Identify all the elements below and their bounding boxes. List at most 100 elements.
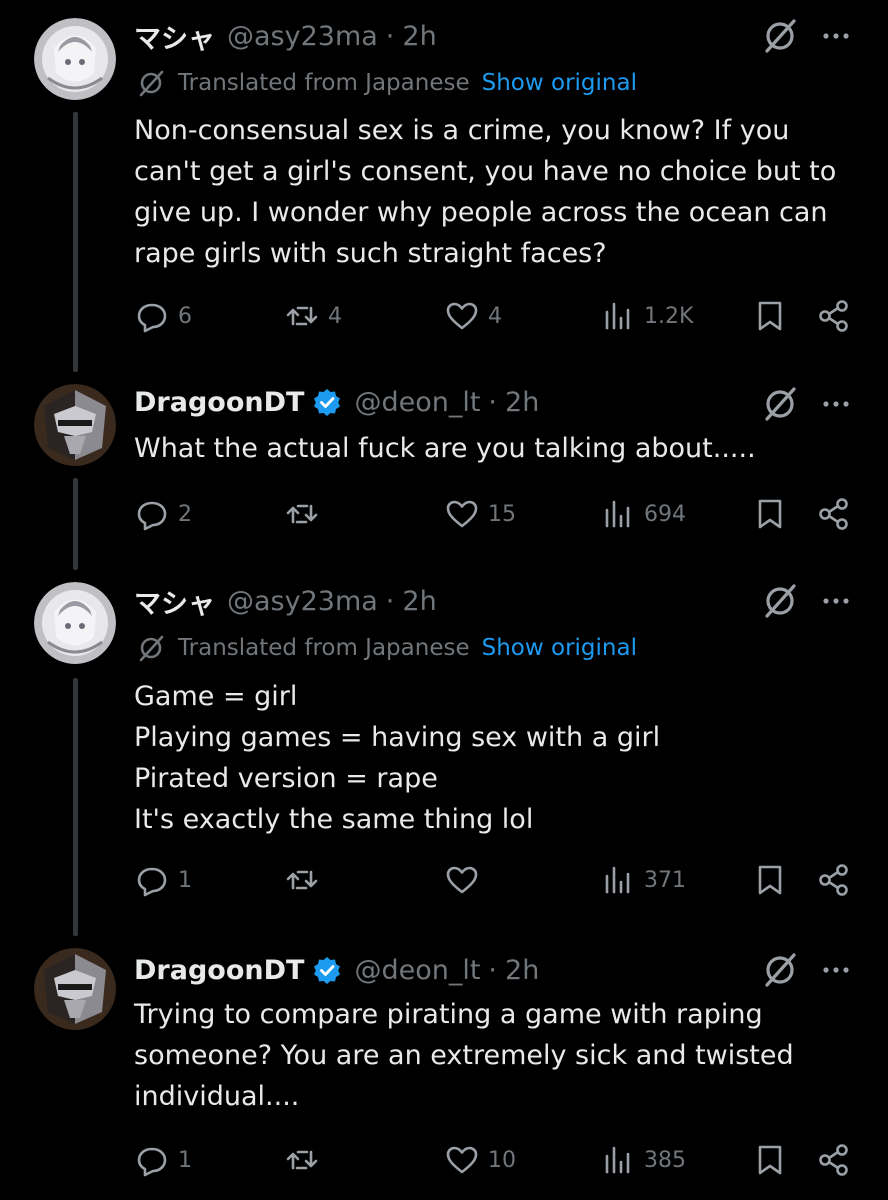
timestamp[interactable]: 2h	[505, 387, 539, 418]
tweet-header: DragoonDT @deon_lt · 2h	[134, 382, 539, 422]
tweet-text: What the actual fuck are you talking abo…	[134, 433, 756, 464]
views-button[interactable]: 694	[600, 496, 686, 532]
author-handle[interactable]: @asy23ma	[227, 21, 378, 52]
more-options-icon[interactable]	[818, 952, 854, 988]
reply-icon	[137, 1147, 167, 1177]
share-icon	[819, 864, 848, 896]
author-handle[interactable]: @deon_lt	[354, 955, 480, 986]
like-button[interactable]	[444, 862, 488, 898]
share-icon	[819, 1144, 848, 1176]
share-icon	[819, 498, 848, 530]
avatar[interactable]	[34, 948, 116, 1030]
show-original-link[interactable]: Show original	[482, 635, 637, 661]
reply-button[interactable]: 1	[134, 862, 192, 898]
timestamp[interactable]: 2h	[505, 955, 539, 986]
verified-badge-icon	[312, 955, 342, 985]
avatar[interactable]	[34, 582, 116, 664]
translated-label: Translated from Japanese	[178, 70, 470, 96]
tweet[interactable]: マシャ @asy23ma · 2h Translated from Japane…	[0, 0, 888, 370]
like-count: 4	[488, 303, 502, 329]
timestamp[interactable]: 2h	[402, 21, 436, 52]
avatar[interactable]	[34, 384, 116, 466]
bookmark-button[interactable]	[752, 862, 788, 898]
bookmark-icon	[758, 301, 782, 331]
bookmark-button[interactable]	[752, 298, 788, 334]
repost-button[interactable]: 4	[284, 298, 342, 334]
tweet-header: マシャ @asy23ma · 2h	[134, 581, 437, 621]
repost-icon	[286, 870, 318, 890]
tweet[interactable]: DragoonDT @deon_lt · 2h What the actual …	[0, 370, 888, 570]
more-options-icon[interactable]	[818, 583, 854, 619]
views-button[interactable]: 1.2K	[600, 298, 693, 334]
translation-notice: Translated from Japanese Show original	[136, 68, 637, 98]
bookmark-icon	[758, 1145, 782, 1175]
heart-icon	[446, 302, 478, 330]
translate-icon	[139, 635, 164, 662]
repost-button[interactable]	[284, 862, 328, 898]
translated-label: Translated from Japanese	[178, 635, 470, 661]
share-button[interactable]	[816, 298, 852, 334]
tweet[interactable]: マシャ @asy23ma · 2h Translated from Japane…	[0, 570, 888, 940]
author-handle[interactable]: @asy23ma	[227, 586, 378, 617]
heart-icon	[446, 500, 478, 528]
like-count: 10	[488, 1147, 516, 1173]
bookmark-button[interactable]	[752, 1142, 788, 1178]
separator: ·	[385, 585, 395, 617]
views-button[interactable]: 385	[600, 1142, 686, 1178]
bookmark-icon	[758, 865, 782, 895]
tweet[interactable]: DragoonDT @deon_lt · 2h Trying to compar…	[0, 940, 888, 1200]
views-count: 1.2K	[644, 303, 694, 329]
separator: ·	[488, 954, 498, 986]
grok-icon[interactable]	[760, 16, 800, 56]
grok-icon[interactable]	[760, 581, 800, 621]
verified-badge-icon	[312, 387, 342, 417]
author-name[interactable]: DragoonDT	[134, 387, 304, 418]
repost-button[interactable]	[284, 1142, 328, 1178]
repost-icon	[286, 306, 318, 326]
repost-icon	[286, 504, 318, 524]
views-icon	[605, 302, 630, 330]
reply-button[interactable]: 1	[134, 1142, 192, 1178]
share-button[interactable]	[816, 496, 852, 532]
grok-icon[interactable]	[760, 950, 800, 990]
tweet-header: マシャ @asy23ma · 2h	[134, 16, 437, 56]
repost-button[interactable]	[284, 496, 328, 532]
reply-count: 6	[178, 303, 192, 329]
author-handle[interactable]: @deon_lt	[354, 387, 480, 418]
bookmark-button[interactable]	[752, 496, 788, 532]
author-name[interactable]: DragoonDT	[134, 955, 304, 986]
reply-count: 2	[178, 501, 192, 527]
tweet-text: Trying to compare pirating a game with r…	[134, 999, 794, 1112]
tweet-header: DragoonDT @deon_lt · 2h	[134, 950, 539, 990]
heart-icon	[446, 866, 478, 894]
reply-button[interactable]: 6	[134, 298, 192, 334]
tweet-actions: 1 371	[0, 862, 888, 906]
share-button[interactable]	[816, 1142, 852, 1178]
like-button[interactable]: 4	[444, 298, 502, 334]
views-icon	[605, 866, 630, 894]
timestamp[interactable]: 2h	[402, 586, 436, 617]
share-icon	[819, 300, 848, 332]
views-icon	[605, 1146, 630, 1174]
views-icon	[605, 500, 630, 528]
author-name[interactable]: マシャ	[134, 17, 215, 56]
like-button[interactable]: 10	[444, 1142, 516, 1178]
tweet-actions: 2 15 694	[0, 496, 888, 540]
tweet-actions: 1 10 385	[0, 1142, 888, 1186]
avatar[interactable]	[34, 18, 116, 100]
more-options-icon[interactable]	[818, 386, 854, 422]
repost-icon	[286, 1150, 318, 1170]
share-button[interactable]	[816, 862, 852, 898]
more-options-icon[interactable]	[818, 18, 854, 54]
like-button[interactable]: 15	[444, 496, 516, 532]
show-original-link[interactable]: Show original	[482, 70, 637, 96]
reply-button[interactable]: 2	[134, 496, 192, 532]
conversation-thread: マシャ @asy23ma · 2h Translated from Japane…	[0, 0, 888, 1200]
separator: ·	[488, 386, 498, 418]
reply-icon	[137, 867, 167, 897]
grok-icon[interactable]	[760, 384, 800, 424]
repost-count: 4	[328, 303, 342, 329]
views-button[interactable]: 371	[600, 862, 686, 898]
tweet-actions: 6 4 4 1.2K	[0, 298, 888, 342]
author-name[interactable]: マシャ	[134, 582, 215, 621]
